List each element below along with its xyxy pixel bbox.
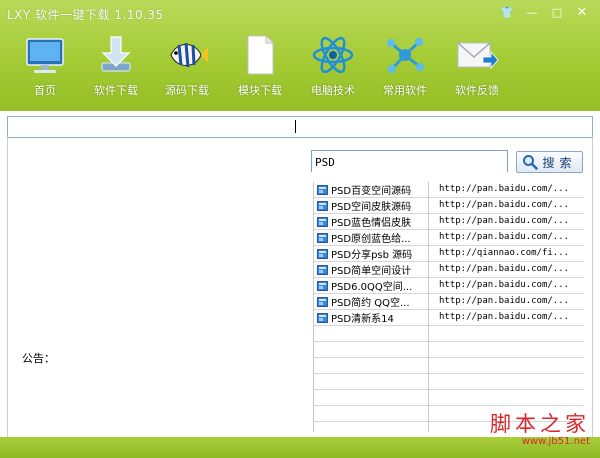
search-icon (523, 155, 539, 170)
header: LXY 软件一键下载 1.10.35 👕 — □ ✕ 首页 软件下载 源码下载 … (0, 0, 600, 111)
document-icon (238, 33, 282, 77)
result-name-cell: PSD空间皮肤源码 (317, 198, 429, 213)
result-name: PSD6.0QQ空间... (331, 282, 413, 293)
result-name-cell: PSD6.0QQ空间... (317, 278, 429, 293)
result-name-cell: PSD百变空间源码 (317, 182, 429, 197)
column-divider (428, 182, 429, 432)
result-name: PSD百变空间源码 (331, 186, 412, 197)
search-button[interactable]: 搜索 (516, 151, 583, 173)
toolbar-label: 模块下载 (238, 84, 282, 97)
result-url: http://pan.baidu.com/... (439, 184, 570, 194)
toolbar-item-software-download[interactable]: 软件下载 (81, 30, 151, 106)
table-row[interactable]: PSD分享psb 源码 http://qiannao.com/fi... (314, 246, 584, 262)
file-icon (317, 184, 328, 195)
table-row[interactable]: PSD简约 QQ空... http://pan.baidu.com/... (314, 294, 584, 310)
app-window: LXY 软件一键下载 1.10.35 👕 — □ ✕ 首页 软件下载 源码下载 … (0, 0, 600, 458)
result-url: http://pan.baidu.com/... (439, 280, 570, 290)
table-row[interactable]: PSD蓝色情侣皮肤 http://pan.baidu.com/... (314, 214, 584, 230)
results-rows: PSD百变空间源码 http://pan.baidu.com/... PSD空间皮肤… (314, 182, 584, 422)
toolbar-label: 软件下载 (94, 84, 138, 97)
address-input[interactable] (8, 119, 592, 139)
toolbar-label: 电脑技术 (311, 84, 355, 97)
table-row[interactable]: PSD原创蓝色给... http://pan.baidu.com/... (314, 230, 584, 246)
notice-label: 公告： (22, 352, 55, 365)
table-row[interactable]: PSD简单空间设计 http://pan.baidu.com/... (314, 262, 584, 278)
minimize-button[interactable]: — (520, 4, 544, 22)
skin-button[interactable]: 👕 (495, 4, 519, 22)
toolbar-label: 软件反馈 (455, 84, 499, 97)
search-field[interactable] (311, 150, 508, 173)
watermark: 脚本之家 www.jb51.net (490, 412, 590, 448)
result-name: PSD原创蓝色给... (331, 234, 411, 245)
toolbar-label: 常用软件 (383, 84, 427, 97)
table-row (314, 374, 584, 390)
download-arrow-icon (94, 33, 138, 77)
results-list: PSD百变空间源码 http://pan.baidu.com/... PSD空间皮肤… (313, 182, 584, 432)
toolbar-item-common-software[interactable]: 常用软件 (370, 30, 440, 106)
table-row[interactable]: PSD百变空间源码 http://pan.baidu.com/... (314, 182, 584, 198)
table-row (314, 390, 584, 406)
result-name-cell: PSD蓝色情侣皮肤 (317, 214, 429, 229)
molecule-icon (383, 33, 427, 77)
file-icon (317, 280, 328, 291)
maximize-button[interactable]: □ (545, 4, 569, 22)
table-row[interactable]: PSD6.0QQ空间... http://pan.baidu.com/... (314, 278, 584, 294)
toolbar-item-computer-tech[interactable]: 电脑技术 (298, 30, 368, 106)
result-name: PSD清新系14 (331, 314, 394, 325)
result-url: http://qiannao.com/fi... (439, 248, 570, 258)
search-input[interactable] (312, 152, 507, 173)
result-name: PSD简单空间设计 (331, 266, 412, 277)
table-row[interactable]: PSD空间皮肤源码 http://pan.baidu.com/... (314, 198, 584, 214)
mail-icon (455, 33, 499, 77)
window-title: LXY 软件一键下载 1.10.35 (7, 8, 164, 22)
table-row (314, 326, 584, 342)
result-name: PSD简约 QQ空... (331, 298, 410, 309)
toolbar-label: 首页 (34, 84, 56, 97)
table-row (314, 342, 584, 358)
result-name-cell: PSD简单空间设计 (317, 262, 429, 277)
file-icon (317, 312, 328, 323)
table-row (314, 358, 584, 374)
result-name: PSD分享psb 源码 (331, 250, 413, 261)
result-name-cell: PSD清新系14 (317, 310, 429, 325)
result-name: PSD空间皮肤源码 (331, 202, 412, 213)
watermark-url: www.jb51.net (521, 436, 590, 447)
toolbar-item-source-download[interactable]: 源码下载 (152, 30, 222, 106)
watermark-text: 脚本之家 (490, 412, 590, 436)
result-name-cell: PSD简约 QQ空... (317, 294, 429, 309)
fish-icon (165, 33, 209, 77)
result-name-cell: PSD分享psb 源码 (317, 246, 429, 261)
file-icon (317, 216, 328, 227)
toolbar-item-home[interactable]: 首页 (10, 30, 80, 106)
table-row[interactable]: PSD清新系14 http://pan.baidu.com/... (314, 310, 584, 326)
toolbar-item-module-download[interactable]: 模块下载 (225, 30, 295, 106)
file-icon (317, 248, 328, 259)
result-url: http://pan.baidu.com/... (439, 216, 570, 226)
result-name-cell: PSD原创蓝色给... (317, 230, 429, 245)
result-url: http://pan.baidu.com/... (439, 232, 570, 242)
address-field[interactable] (7, 116, 593, 139)
atom-icon (311, 33, 355, 77)
result-name: PSD蓝色情侣皮肤 (331, 218, 412, 229)
file-icon (317, 232, 328, 243)
file-icon (317, 264, 328, 275)
toolbar-label: 源码下载 (165, 84, 209, 97)
file-icon (317, 296, 328, 307)
file-icon (317, 200, 328, 211)
result-url: http://pan.baidu.com/... (439, 312, 570, 322)
toolbar: 首页 软件下载 源码下载 模块下载 电脑技术 常用软件 软件反馈 (10, 30, 510, 106)
window-controls: 👕 — □ ✕ (494, 4, 594, 22)
toolbar-item-feedback[interactable]: 软件反馈 (442, 30, 512, 106)
close-button[interactable]: ✕ (570, 4, 594, 22)
monitor-icon (23, 33, 67, 77)
search-button-label: 搜索 (542, 155, 577, 170)
result-url: http://pan.baidu.com/... (439, 264, 570, 274)
result-url: http://pan.baidu.com/... (439, 200, 570, 210)
result-url: http://pan.baidu.com/... (439, 296, 570, 306)
text-caret (295, 120, 296, 133)
